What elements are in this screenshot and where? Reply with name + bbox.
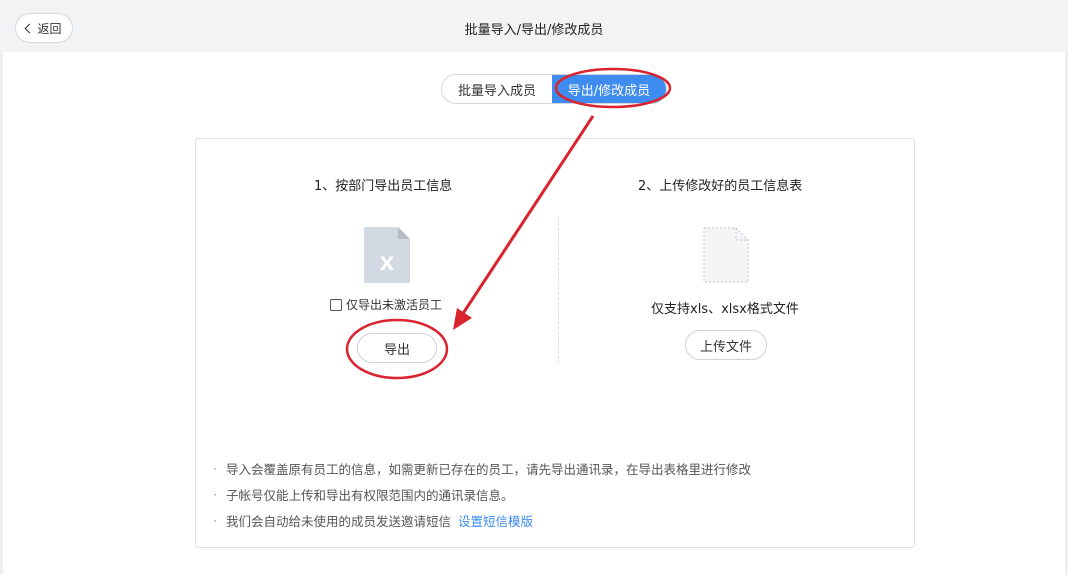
note-text: 我们会自动给未使用的成员发送邀请短信 (226, 513, 452, 529)
left-edge (0, 52, 3, 575)
notes-list: · 导入会覆盖原有员工的信息，如需更新已存在的员工，请先导出通讯录，在导出表格里… (213, 455, 751, 533)
note-item: · 我们会自动给未使用的成员发送邀请短信 设置短信模版 (213, 511, 534, 530)
export-button[interactable]: 导出 (357, 333, 437, 363)
tab-batch-import[interactable]: 批量导入成员 (442, 75, 552, 103)
blank-file-icon (703, 227, 749, 283)
excel-file-icon: X (364, 227, 410, 283)
unactivated-only-checkbox[interactable] (330, 298, 342, 311)
upload-file-button[interactable]: 上传文件 (685, 330, 767, 360)
unactivated-only-option[interactable]: 仅导出未激活员工 (330, 296, 442, 313)
note-text: 子帐号仅能上传和导出有权限范围内的通讯录信息。 (226, 487, 514, 503)
supported-formats-text: 仅支持xls、xlsx格式文件 (651, 302, 799, 317)
note-item: · 导入会覆盖原有员工的信息，如需更新已存在的员工，请先导出通讯录，在导出表格里… (213, 460, 752, 477)
top-bar: 返回 批量导入/导出/修改成员 (0, 0, 1068, 52)
mode-tabs: 批量导入成员 导出/修改成员 (441, 74, 667, 104)
note-item: · 子帐号仅能上传和导出有权限范围内的通讯录信息。 (213, 486, 514, 503)
unactivated-only-label: 仅导出未激活员工 (346, 298, 443, 312)
excel-file-glyph: X (380, 253, 395, 275)
tab-export-modify[interactable]: 导出/修改成员 (552, 75, 666, 103)
note-text: 导入会覆盖原有员工的信息，如需更新已存在的员工，请先导出通讯录，在导出表格里进行… (226, 461, 752, 477)
upload-section-title: 2、上传修改好的员工信息表 (638, 179, 803, 194)
export-section-title: 1、按部门导出员工信息 (314, 179, 453, 194)
section-divider (558, 218, 559, 364)
sms-template-link[interactable]: 设置短信模版 (458, 511, 533, 530)
page-title: 批量导入/导出/修改成员 (464, 23, 604, 38)
